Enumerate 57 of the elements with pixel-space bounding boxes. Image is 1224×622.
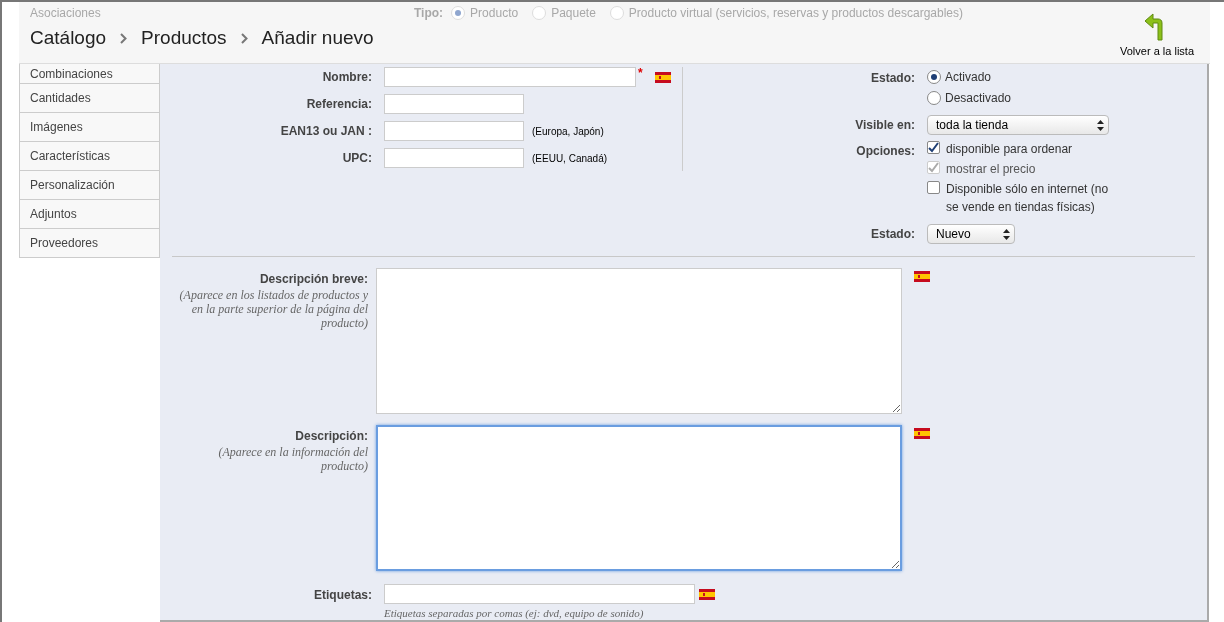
spain-flag-icon xyxy=(914,271,930,282)
updown-arrows-icon xyxy=(1003,228,1010,240)
field-label: Estado: xyxy=(870,70,915,87)
field-label: Tipo: xyxy=(414,5,444,22)
field-label: EAN13 ou JAN : xyxy=(279,123,372,140)
radio-label: Producto xyxy=(470,5,519,22)
field-note: (EEUU, Canadá) xyxy=(532,151,608,166)
checkbox-label: mostrar el precio xyxy=(946,161,1036,178)
breadcrumb-item[interactable]: Productos xyxy=(141,24,227,53)
text-field[interactable] xyxy=(384,94,524,114)
spain-flag-icon xyxy=(654,71,671,83)
checkbox-label: disponible para ordenar xyxy=(946,141,1073,158)
dropdown[interactable]: toda la tienda xyxy=(927,115,1109,135)
field-label: Estado: xyxy=(870,226,915,243)
radio-button[interactable] xyxy=(927,91,941,105)
updown-arrows-icon xyxy=(1097,119,1104,131)
text-field[interactable] xyxy=(384,584,695,604)
dropdown[interactable]: Nuevo xyxy=(927,224,1015,244)
sidebar-tab[interactable]: Combinaciones xyxy=(19,64,160,84)
field-label: Referencia: xyxy=(305,96,372,113)
text-field[interactable] xyxy=(384,67,636,87)
field-label: Visible en: xyxy=(854,117,915,134)
radio-label: Activado xyxy=(945,69,992,86)
text-area[interactable] xyxy=(376,425,902,571)
field-label: Nombre: xyxy=(321,69,372,86)
breadcrumb-item: Añadir nuevo xyxy=(261,26,374,50)
chevron-right-icon xyxy=(240,32,248,44)
sidebar-tab[interactable]: Adjuntos xyxy=(19,200,160,229)
required-mark: * xyxy=(638,67,643,79)
sidebar-tab[interactable]: Proveedores xyxy=(19,229,160,258)
chevron-right-icon xyxy=(120,32,128,44)
checkbox[interactable] xyxy=(927,141,940,154)
radio-button[interactable] xyxy=(927,70,941,84)
checkbox-label: Disponible sólo en internet (no se vende en tiendas físicas) xyxy=(946,181,1110,216)
sidebar-tab[interactable]: Características xyxy=(19,142,160,171)
field-label: Opciones: xyxy=(855,143,915,160)
field-label: Descripción breve: xyxy=(259,271,368,288)
checkbox[interactable] xyxy=(927,181,940,194)
breadcrumb-item[interactable]: Catálogo xyxy=(30,24,107,53)
field-note: (Europa, Japón) xyxy=(532,124,604,139)
sidebar-tab[interactable]: Cantidades xyxy=(19,84,160,113)
field-label: Etiquetas: xyxy=(313,587,372,604)
field-hint: Etiquetas separadas por comas (ej: dvd, equipo de sonido) xyxy=(384,606,645,621)
text-field[interactable] xyxy=(384,121,524,141)
field-label: Descripción: xyxy=(295,428,368,445)
spain-flag-icon xyxy=(914,428,930,439)
spain-flag-icon xyxy=(699,588,715,600)
field-hint: (Aparece en los listados de productos y en la parte superior de la página del producto) xyxy=(178,288,368,330)
sidebar-tab[interactable]: Personalización xyxy=(19,171,160,200)
radio-label: Paquete xyxy=(551,5,596,22)
back-button[interactable]: Volver a la lista xyxy=(1120,13,1194,60)
sidebar-tab[interactable]: Imágenes xyxy=(19,113,160,142)
text-field[interactable] xyxy=(384,148,524,168)
radio-label: Producto virtual (servicios, reservas y productos descargables) xyxy=(628,5,963,22)
field-label: UPC: xyxy=(341,150,372,167)
field-hint: (Aparece en la información del producto) xyxy=(217,445,368,473)
radio-label: Desactivado xyxy=(945,90,1012,107)
